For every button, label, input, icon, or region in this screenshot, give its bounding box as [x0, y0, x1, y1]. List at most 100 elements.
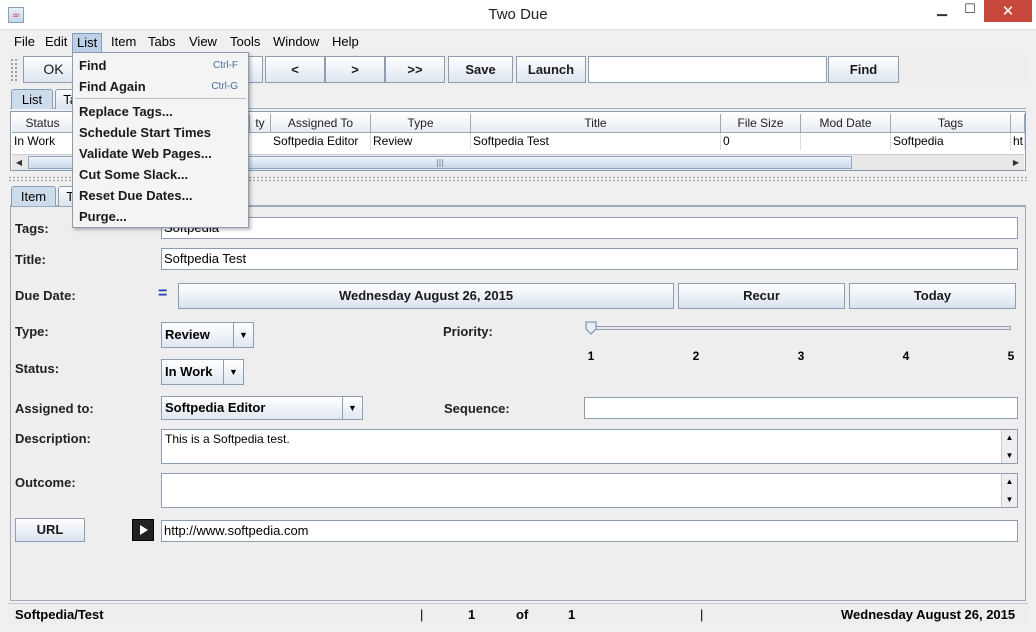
outcome-textarea[interactable]: ▲ ▼: [161, 473, 1018, 508]
sequence-label: Sequence:: [444, 401, 510, 416]
tab-item[interactable]: Item: [11, 186, 56, 206]
menu-tools[interactable]: Tools: [226, 33, 264, 53]
scroll-up-icon[interactable]: ▲: [1002, 474, 1017, 489]
title-input[interactable]: Softpedia Test: [161, 248, 1018, 270]
menu-view[interactable]: View: [185, 33, 221, 53]
menu-item-find[interactable]: Find Ctrl-F: [79, 56, 244, 76]
slider-tick-label: 1: [587, 349, 595, 363]
due-date-equals-marker[interactable]: =: [158, 285, 167, 303]
menu-item-schedule-start-times[interactable]: Schedule Start Times: [79, 123, 244, 143]
due-date-label: Due Date:: [15, 288, 76, 303]
outcome-label: Outcome:: [15, 475, 76, 490]
recur-button[interactable]: Recur: [678, 283, 845, 309]
find-input[interactable]: [588, 56, 827, 83]
close-button[interactable]: ✕: [984, 0, 1032, 22]
scroll-right-icon[interactable]: ▶: [1009, 155, 1023, 170]
maximize-button[interactable]: ☐: [956, 0, 984, 22]
slider-track[interactable]: [590, 326, 1011, 330]
status-select[interactable]: In Work ▼: [161, 359, 244, 385]
cell-title: Softpedia Test: [471, 133, 721, 150]
menu-file[interactable]: File: [10, 33, 39, 53]
launch-button[interactable]: Launch: [516, 56, 586, 83]
menu-edit[interactable]: Edit: [41, 33, 71, 53]
url-button[interactable]: URL: [15, 518, 85, 542]
menu-tabs[interactable]: Tabs: [144, 33, 179, 53]
due-date-button[interactable]: Wednesday August 26, 2015: [178, 283, 674, 309]
last-button[interactable]: >>: [385, 56, 445, 83]
chevron-down-icon[interactable]: ▼: [233, 323, 253, 347]
column-header-priority[interactable]: ty: [249, 114, 271, 133]
find-button[interactable]: Find: [828, 56, 899, 83]
sequence-input[interactable]: [584, 397, 1018, 419]
description-label: Description:: [15, 431, 91, 446]
status-separator: |: [700, 607, 704, 622]
menu-item-replace-tags[interactable]: Replace Tags...: [79, 102, 244, 122]
menu-item-find-again[interactable]: Find Again Ctrl-G: [79, 77, 244, 97]
cell-type: Review: [371, 133, 471, 150]
tags-label: Tags:: [15, 221, 49, 236]
tab-list[interactable]: List: [11, 89, 53, 109]
cell-file-size: 0: [721, 133, 801, 150]
chevron-down-icon[interactable]: ▼: [342, 397, 362, 419]
column-header-file-size[interactable]: File Size: [721, 114, 801, 133]
save-button[interactable]: Save: [448, 56, 513, 83]
previous-button[interactable]: <: [265, 56, 325, 83]
slider-thumb[interactable]: [585, 321, 597, 335]
today-button[interactable]: Today: [849, 283, 1016, 309]
outcome-scrollbar[interactable]: ▲ ▼: [1001, 474, 1017, 507]
scroll-left-icon[interactable]: ◀: [12, 155, 26, 170]
column-header-assigned-to[interactable]: Assigned To: [271, 114, 371, 133]
menu-help[interactable]: Help: [328, 33, 363, 53]
priority-label: Priority:: [443, 324, 493, 339]
description-textarea[interactable]: This is a Softpedia test. ▲ ▼: [161, 429, 1018, 464]
type-select-value: Review: [165, 327, 210, 342]
column-header-tags[interactable]: Tags: [891, 114, 1011, 133]
menu-window[interactable]: Window: [269, 33, 323, 53]
column-header-mod-date[interactable]: Mod Date: [801, 114, 891, 133]
minimize-button[interactable]: ▁: [928, 0, 956, 22]
status-current-index: 1: [468, 607, 476, 622]
description-scrollbar[interactable]: ▲ ▼: [1001, 430, 1017, 463]
next-button[interactable]: >: [325, 56, 385, 83]
cell-status: In Work: [12, 133, 74, 150]
menu-list[interactable]: List: [72, 33, 103, 53]
url-input[interactable]: http://www.softpedia.com: [161, 520, 1018, 542]
menu-item[interactable]: Item: [107, 33, 140, 53]
menu-item-label: Find Again: [79, 79, 146, 94]
chevron-down-icon[interactable]: ▼: [223, 360, 243, 384]
menu-item-reset-due-dates[interactable]: Reset Due Dates...: [79, 186, 244, 206]
play-icon[interactable]: [132, 519, 154, 541]
play-triangle: [140, 525, 148, 535]
menu-item-cut-some-slack[interactable]: Cut Some Slack...: [79, 165, 244, 185]
column-header-title[interactable]: Title: [471, 114, 721, 133]
menu-item-validate-web-pages[interactable]: Validate Web Pages...: [79, 144, 244, 164]
status-bar: Softpedia/Test | 1 of 1 | Wednesday Augu…: [8, 603, 1028, 625]
menu-separator: [75, 98, 246, 99]
column-header-status[interactable]: Status: [12, 114, 74, 133]
shortcut-label: Ctrl-F: [213, 60, 238, 71]
assigned-to-select[interactable]: Softpedia Editor ▼: [161, 396, 363, 420]
column-header-url[interactable]: [1011, 114, 1025, 133]
toolbar-grip[interactable]: [10, 58, 18, 81]
menu-item-label: Find: [79, 58, 107, 73]
shortcut-label: Ctrl-G: [211, 81, 238, 92]
description-text: This is a Softpedia test.: [165, 432, 290, 446]
slider-tick-label: 2: [692, 349, 700, 363]
status-path: Softpedia/Test: [15, 607, 104, 622]
assigned-to-label: Assigned to:: [15, 401, 94, 416]
title-label: Title:: [15, 252, 46, 267]
scroll-down-icon[interactable]: ▼: [1002, 492, 1017, 507]
scroll-down-icon[interactable]: ▼: [1002, 448, 1017, 463]
type-select[interactable]: Review ▼: [161, 322, 254, 348]
status-date: Wednesday August 26, 2015: [841, 607, 1016, 622]
column-header-type[interactable]: Type: [371, 114, 471, 133]
cell-url: ht: [1013, 133, 1025, 150]
menu-item-purge[interactable]: Purge...: [79, 207, 244, 227]
tags-input[interactable]: Softpedia: [161, 217, 1018, 239]
status-label: Status:: [15, 361, 60, 376]
slider-tick-label: 5: [1007, 349, 1015, 363]
scroll-up-icon[interactable]: ▲: [1002, 430, 1017, 445]
assigned-to-select-value: Softpedia Editor: [165, 400, 266, 415]
slider-tick-label: 4: [902, 349, 910, 363]
status-of-label: of: [516, 607, 529, 622]
